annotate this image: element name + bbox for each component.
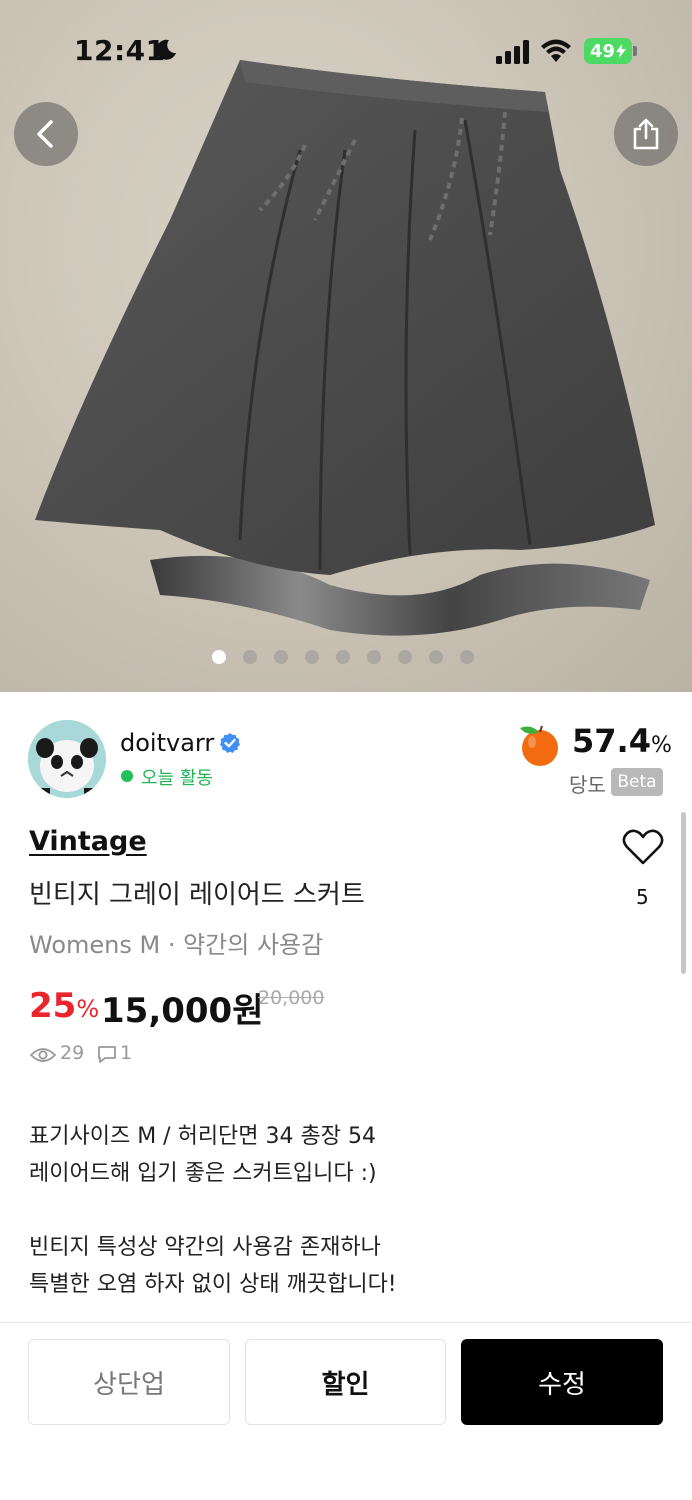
product-meta: Womens M · 약간의 사용감	[29, 931, 324, 959]
product-description: 표기사이즈 M / 허리단면 34 총장 54 레이어드해 입기 좋은 스커트입…	[29, 1118, 397, 1303]
description-line: 레이어드해 입기 좋은 스커트입니다 :)	[29, 1161, 377, 1186]
seller-avatar[interactable]	[28, 720, 106, 798]
sweetness-score: 57.4%	[572, 722, 672, 760]
share-button[interactable]	[614, 102, 678, 166]
fruit-sweetness-icon	[520, 725, 558, 766]
sweetness-value: 57.4	[572, 722, 651, 760]
discount-unit: %	[76, 995, 100, 1023]
product-image[interactable]: 12:41 49	[0, 0, 692, 692]
like-count: 5	[636, 885, 649, 909]
battery-tip	[633, 46, 637, 56]
seller-name[interactable]: doitvarr	[120, 729, 214, 757]
moon-icon	[156, 39, 176, 60]
chat-icon	[98, 1046, 116, 1063]
cellular-signal-icon	[496, 40, 529, 64]
description-line	[29, 1192, 397, 1229]
online-status-dot	[121, 770, 133, 782]
battery-level: 49	[589, 40, 616, 62]
wifi-icon	[541, 39, 571, 62]
bump-button[interactable]: 상단업	[28, 1339, 230, 1425]
product-title: 빈티지 그레이 레이어드 스커트	[29, 880, 365, 910]
pagination-dot[interactable]	[305, 650, 319, 664]
pagination-dot[interactable]	[212, 650, 226, 664]
pagination-dot[interactable]	[460, 650, 474, 664]
pagination-dot[interactable]	[243, 650, 257, 664]
share-icon	[633, 118, 659, 150]
skirt-photo	[35, 60, 655, 636]
edit-button[interactable]: 수정	[461, 1339, 663, 1425]
battery-indicator: 49	[584, 38, 632, 64]
sale-price: 15,000원	[101, 991, 264, 1031]
bottom-bar-divider	[0, 1322, 692, 1323]
pagination-dot[interactable]	[429, 650, 443, 664]
pagination-dot[interactable]	[398, 650, 412, 664]
brand-link[interactable]: Vintage	[29, 826, 147, 857]
back-button[interactable]	[14, 102, 78, 166]
seller-activity: 오늘 활동	[141, 768, 213, 789]
verified-badge-icon	[220, 733, 240, 753]
status-bar: 12:41 49	[0, 0, 692, 100]
charging-bolt-icon	[616, 44, 627, 58]
eye-icon	[30, 1048, 56, 1062]
scrollbar[interactable]	[681, 812, 686, 974]
original-price: 20,000	[258, 987, 325, 1009]
discount-value: 25	[29, 986, 77, 1026]
beta-badge: Beta	[611, 768, 663, 796]
pagination-dot[interactable]	[274, 650, 288, 664]
discount-rate: 25%	[29, 986, 99, 1026]
panda-avatar-image	[28, 720, 106, 798]
description-line: 표기사이즈 M / 허리단면 34 총장 54	[29, 1124, 376, 1149]
description-line: 특별한 오염 하자 없이 상태 깨끗합니다!	[29, 1272, 397, 1297]
discount-button[interactable]: 할인	[245, 1339, 446, 1425]
chat-count: 1	[120, 1042, 133, 1064]
sweetness-unit: %	[650, 733, 672, 758]
heart-icon[interactable]	[622, 828, 664, 866]
view-count: 29	[60, 1042, 85, 1064]
clock: 12:41	[74, 34, 166, 67]
description-line: 빈티지 특성상 약간의 사용감 존재하나	[29, 1235, 381, 1260]
gallery-pagination[interactable]	[212, 650, 474, 664]
sweetness-label: 당도	[569, 773, 606, 797]
pagination-dot[interactable]	[367, 650, 381, 664]
pagination-dot[interactable]	[336, 650, 350, 664]
chevron-left-icon	[37, 120, 53, 148]
